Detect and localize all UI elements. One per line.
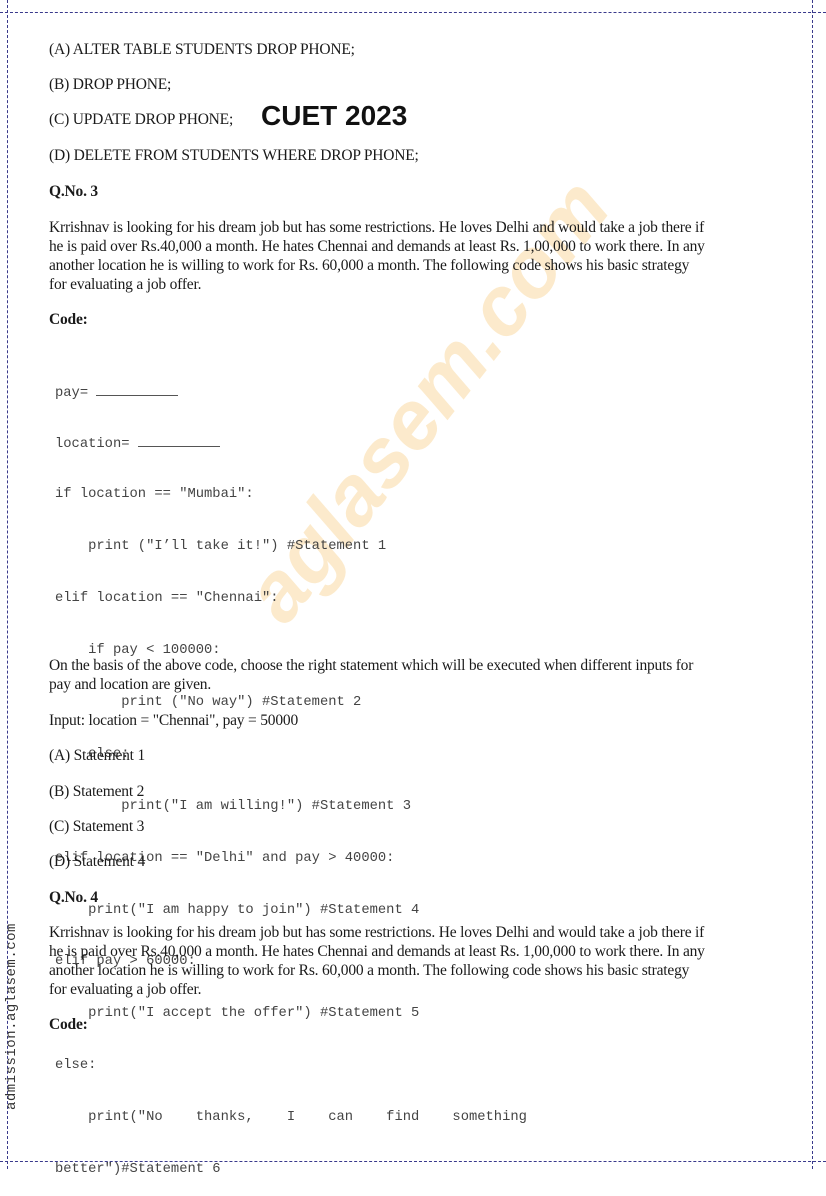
q3-intro-line: another location he is willing to work f… <box>49 257 690 274</box>
q3-question: On the basis of the above code, choose t… <box>49 656 789 694</box>
q3-code-block: pay= location= if location == "Mumbai": … <box>55 348 527 1196</box>
q4-code-label: Code: <box>49 1016 88 1033</box>
q3-option-d: (D) Statement 4 <box>49 853 146 870</box>
prev-option-c: (C) UPDATE DROP PHONE; <box>49 111 234 128</box>
q4-intro-line: for evaluating a job offer. <box>49 981 202 998</box>
code-line: location= <box>55 434 527 452</box>
pay-blank <box>96 383 179 396</box>
q3-question-line: On the basis of the above code, choose t… <box>49 657 694 674</box>
code-line: if location == "Mumbai": <box>55 487 254 503</box>
q3-option-a: (A) Statement 1 <box>49 747 146 764</box>
q4-intro-line: Krrishnav is looking for his dream job b… <box>49 924 705 941</box>
code-line: elif location == "Chennai": <box>55 591 279 607</box>
q4-intro-line: another location he is willing to work f… <box>49 962 690 979</box>
q3-option-b: (B) Statement 2 <box>49 783 145 800</box>
q3-question-line: pay and location are given. <box>49 676 212 693</box>
side-watermark: admission.aglasem.com <box>4 923 20 1110</box>
q3-intro-line: Krrishnav is looking for his dream job b… <box>49 219 705 236</box>
code-line: print ("No way") #Statement 2 <box>55 694 362 710</box>
q4-heading: Q.No. 4 <box>49 889 98 906</box>
q3-heading: Q.No. 3 <box>49 183 98 200</box>
q3-intro-line: he is paid over Rs.40,000 a month. He ha… <box>49 238 705 255</box>
q3-intro-line: for evaluating a job offer. <box>49 276 202 293</box>
code-line: pay= <box>55 383 527 401</box>
location-blank <box>137 434 220 448</box>
prev-option-d: (D) DELETE FROM STUDENTS WHERE DROP PHON… <box>49 147 419 164</box>
q4-intro: Krrishnav is looking for his dream job b… <box>49 923 789 999</box>
q3-input: Input: location = "Chennai", pay = 50000 <box>49 712 298 729</box>
code-line: better")#Statement 6 <box>55 1161 221 1177</box>
cuet-stamp: CUET 2023 <box>261 100 408 131</box>
right-border-guide <box>812 0 813 1169</box>
prev-option-a: (A) ALTER TABLE STUDENTS DROP PHONE; <box>49 41 355 58</box>
code-line: print("I am happy to join") #Statement 4 <box>55 902 420 918</box>
code-line: print("No thanks, I can find something <box>55 1110 527 1126</box>
code-line: else: <box>55 1058 97 1074</box>
q4-intro-line: he is paid over Rs.40,000 a month. He ha… <box>49 943 705 960</box>
code-line: print ("I’ll take it!") #Statement 1 <box>55 539 387 555</box>
code-line: print("I accept the offer") #Statement 5 <box>55 1006 420 1022</box>
q3-code-label: Code: <box>49 311 88 328</box>
q3-intro: Krrishnav is looking for his dream job b… <box>49 218 789 294</box>
q3-option-c: (C) Statement 3 <box>49 818 145 835</box>
prev-option-b: (B) DROP PHONE; <box>49 76 172 93</box>
top-border-guide <box>0 12 826 13</box>
